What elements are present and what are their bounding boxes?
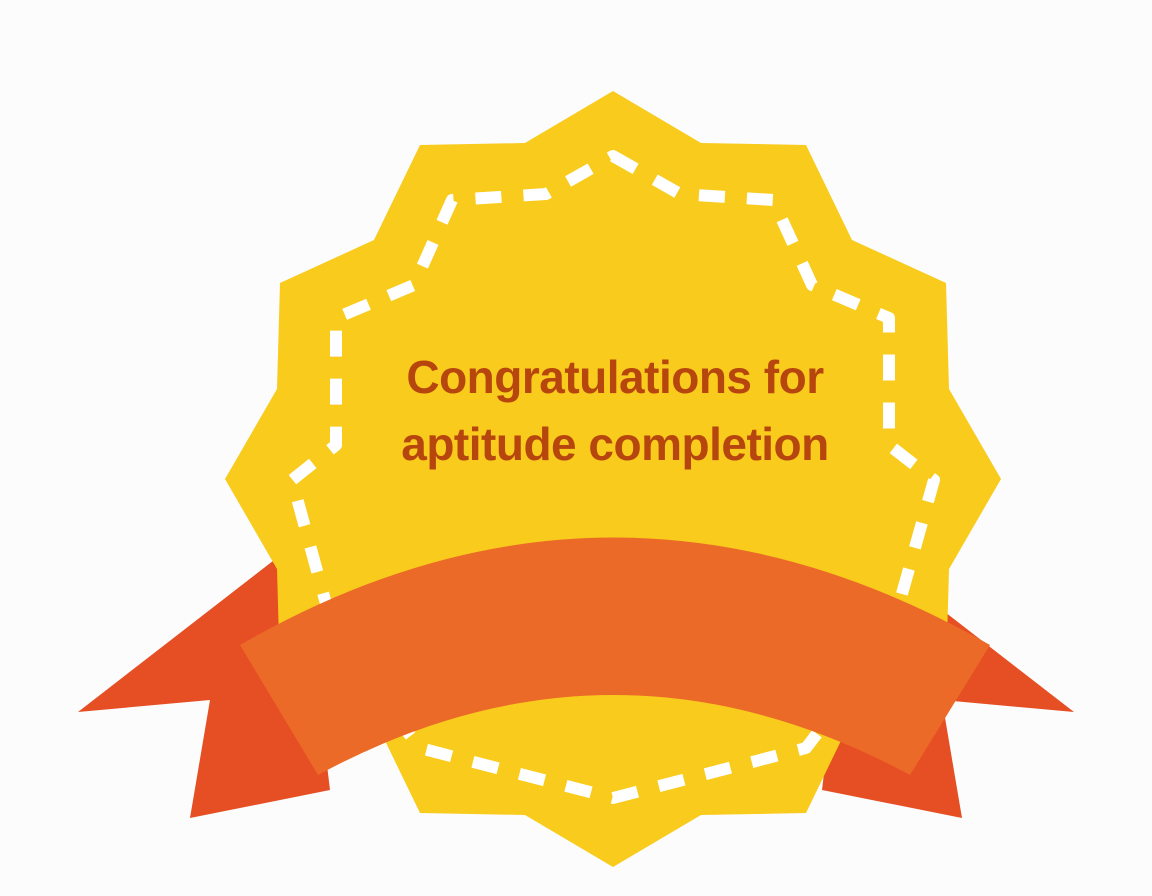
badge-title-line-2: aptitude completion: [401, 418, 829, 470]
congratulations-badge-card: Congratulations for aptitude completion: [0, 0, 1152, 896]
badge-title-line-1: Congratulations for: [406, 351, 824, 403]
